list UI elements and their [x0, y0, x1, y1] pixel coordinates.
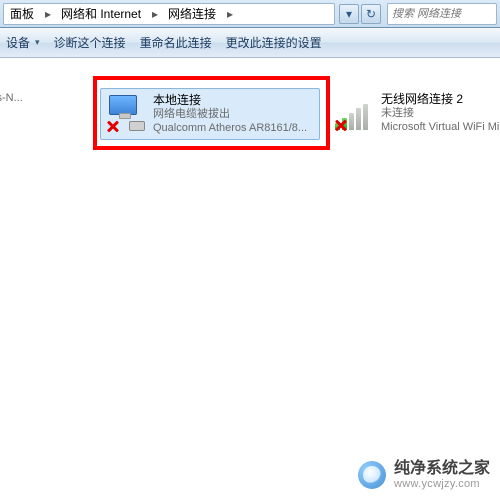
toolbar-diagnose[interactable]: 诊断这个连接 — [54, 34, 126, 51]
breadcrumb-item[interactable]: 网络连接 — [162, 4, 223, 24]
search-box[interactable] — [387, 3, 497, 25]
connection-status: 网络电缆被拔出 — [153, 108, 307, 122]
watermark-url: www.ycwjzy.com — [394, 478, 490, 490]
connection-device: Microsoft Virtual WiFi Minip — [381, 121, 500, 135]
connection-status: 未连接 — [381, 107, 500, 121]
toolbar-rename[interactable]: 重命名此连接 — [140, 34, 212, 51]
toolbar: 设备 诊断这个连接 重命名此连接 更改此连接的设置 — [0, 28, 500, 58]
connection-item[interactable]: 无线网络连接 2 未连接 Microsoft Virtual WiFi Mini… — [329, 88, 500, 140]
breadcrumb[interactable]: 面板 ▸ 网络和 Internet ▸ 网络连接 ▸ — [3, 3, 335, 25]
search-input[interactable] — [392, 8, 492, 20]
connection-text: 本地连接 网络电缆被拔出 Qualcomm Atheros AR8161/8..… — [153, 93, 307, 136]
connection-title: 无线网络连接 2 — [381, 92, 500, 107]
error-x-icon — [334, 119, 348, 133]
toolbar-change-settings[interactable]: 更改此连接的设置 — [226, 34, 322, 51]
content-area: ntrino(R) Wireless-N... 本地连接 网络电缆被拔出 Qua… — [0, 58, 500, 500]
connection-text: ntrino(R) Wireless-N... — [0, 92, 23, 106]
dropdown-history-button[interactable]: ▾ — [339, 4, 359, 24]
connection-device: ntrino(R) Wireless-N... — [0, 92, 23, 106]
nav-buttons: ▾ ↻ — [335, 4, 385, 24]
address-bar: 面板 ▸ 网络和 Internet ▸ 网络连接 ▸ ▾ ↻ — [0, 0, 500, 28]
connection-device: Qualcomm Atheros AR8161/8... — [153, 122, 307, 136]
chevron-right-icon[interactable]: ▸ — [41, 7, 55, 21]
ethernet-icon — [107, 93, 147, 133]
error-x-icon — [106, 120, 120, 134]
refresh-button[interactable]: ↻ — [361, 4, 381, 24]
breadcrumb-item[interactable]: 网络和 Internet — [55, 4, 148, 24]
watermark-logo-icon — [358, 461, 386, 489]
connection-title: 本地连接 — [153, 93, 307, 108]
watermark-title: 纯净系统之家 — [394, 460, 490, 478]
connection-item[interactable]: ntrino(R) Wireless-N... — [0, 88, 92, 140]
wireless-icon — [335, 92, 375, 132]
watermark: 纯净系统之家 www.ycwjzy.com — [358, 460, 490, 490]
chevron-right-icon[interactable]: ▸ — [148, 7, 162, 21]
connection-item-selected[interactable]: 本地连接 网络电缆被拔出 Qualcomm Atheros AR8161/8..… — [100, 88, 320, 140]
breadcrumb-item[interactable]: 面板 — [4, 4, 41, 24]
chevron-right-icon[interactable]: ▸ — [223, 7, 237, 21]
toolbar-organize[interactable]: 设备 — [6, 34, 40, 51]
connection-text: 无线网络连接 2 未连接 Microsoft Virtual WiFi Mini… — [381, 92, 500, 135]
